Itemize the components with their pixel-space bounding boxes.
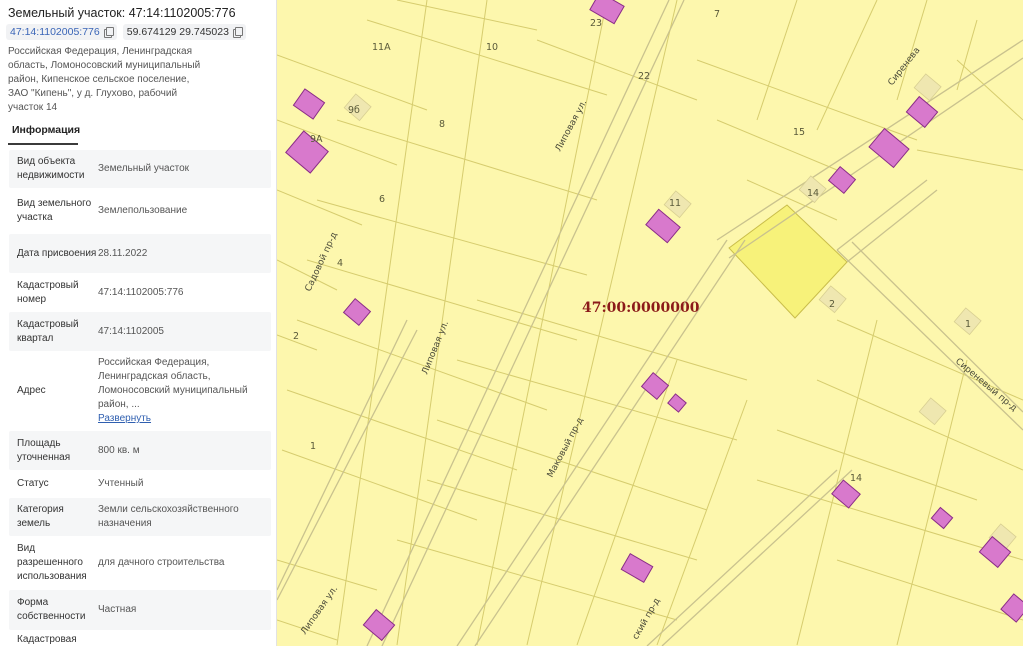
plot-number: 6 bbox=[379, 194, 385, 205]
info-row: Кадастровая bbox=[9, 630, 271, 646]
cadastral-number-link[interactable]: 47:14:1102005:776 bbox=[10, 26, 100, 38]
info-row-value: 28.11.2022 bbox=[98, 247, 147, 261]
info-row-key: Категория земель bbox=[17, 504, 64, 529]
info-table: Вид объекта недвижимости Земельный участо… bbox=[9, 150, 271, 646]
info-row-key: Кадастровый квартал bbox=[17, 318, 79, 344]
info-row-key: Вид земельного участка bbox=[17, 198, 92, 223]
info-row-key: Адрес bbox=[17, 385, 46, 396]
info-row: Статус Учтенный bbox=[9, 470, 271, 498]
info-row-key: Площадь уточненная bbox=[17, 437, 71, 463]
cadastral-map[interactable]: 47:00:0000000 Липовая ул. Липовая ул. Ма… bbox=[277, 0, 1023, 646]
info-row-value: Землепользование bbox=[98, 204, 187, 218]
info-row: Форма собственности Частная bbox=[9, 590, 271, 630]
plot-number: 11 bbox=[669, 198, 681, 209]
info-row-value-text: 800 кв. м bbox=[98, 444, 140, 456]
cadastral-chip[interactable]: 47:14:1102005:776 bbox=[6, 24, 117, 40]
info-row: Категория земель Земли сельскохозяйственн… bbox=[9, 498, 271, 536]
info-row-value: для дачного строительства bbox=[98, 556, 224, 570]
info-row: Вид разрешенного использования для дачног… bbox=[9, 536, 271, 590]
info-row-value-text: 47:14:1102005:776 bbox=[98, 286, 184, 298]
info-panel: Земельный участок: 47:14:1102005:776 47:… bbox=[0, 0, 277, 646]
plot-number: 15 bbox=[793, 127, 805, 138]
plot-number: 9А bbox=[310, 134, 323, 145]
info-row: Вид земельного участка Землепользование bbox=[9, 188, 271, 234]
info-row-value-text: Землепользование bbox=[98, 205, 188, 216]
chips-row: 47:14:1102005:776 59.674129 29.745023 bbox=[6, 24, 246, 40]
plot-number: 7 bbox=[714, 9, 720, 20]
info-row-value: Частная bbox=[98, 603, 136, 617]
plot-number: 2 bbox=[293, 331, 299, 342]
info-row: Дата присвоения 28.11.2022 bbox=[9, 234, 271, 273]
coordinates-chip[interactable]: 59.674129 29.745023 bbox=[122, 24, 246, 40]
panel-title: Земельный участок: 47:14:1102005:776 bbox=[8, 6, 236, 20]
info-row-key: Кадастровая bbox=[17, 634, 77, 645]
info-row-value: 47:14:1102005 bbox=[98, 325, 164, 339]
plot-number: 4 bbox=[337, 258, 343, 269]
info-row-value-text: Учтенный bbox=[98, 478, 144, 489]
plot-number: 2 bbox=[829, 299, 835, 310]
info-row-key: Статус bbox=[17, 478, 49, 489]
expand-address-link[interactable]: Развернуть bbox=[98, 412, 265, 426]
plot-number: 14 bbox=[807, 188, 819, 199]
info-row-value: Земельный участок bbox=[98, 162, 189, 176]
info-row-key: Вид разрешенного использования bbox=[17, 543, 87, 582]
info-row-value: Учтенный bbox=[98, 477, 143, 491]
info-row-value-text: 28.11.2022 bbox=[98, 247, 148, 259]
coordinates-text: 59.674129 29.745023 bbox=[126, 26, 229, 38]
info-row-value-text: Земельный участок bbox=[98, 163, 190, 174]
info-row-value: 47:14:1102005:776 bbox=[98, 286, 183, 300]
map-background bbox=[277, 0, 1023, 646]
plot-number: 22 bbox=[638, 71, 650, 82]
info-row-value: 800 кв. м bbox=[98, 444, 140, 458]
info-row: Вид объекта недвижимости Земельный участо… bbox=[9, 150, 271, 188]
quarter-label: 47:00:0000000 bbox=[582, 300, 700, 316]
info-row-value-text: Частная bbox=[98, 604, 137, 615]
plot-number: 14 bbox=[850, 473, 862, 484]
info-row-key: Вид объекта недвижимости bbox=[17, 156, 85, 181]
plot-number: 8 bbox=[439, 119, 445, 130]
tab-underline bbox=[8, 143, 78, 145]
info-row-value-text: для дачного строительства bbox=[98, 557, 225, 568]
info-row-value-text: Российская Федерация, Ленинградская обла… bbox=[98, 357, 248, 410]
info-row-key: Кадастровый номер bbox=[17, 279, 79, 305]
plot-number: 1 bbox=[310, 441, 316, 452]
info-row: Адрес Российская Федерация, Ленинградская… bbox=[9, 351, 271, 431]
info-row: Площадь уточненная 800 кв. м bbox=[9, 431, 271, 470]
plot-number: 11А bbox=[372, 42, 391, 53]
info-row-value-text: 47:14:1102005 bbox=[98, 325, 164, 337]
copy-icon[interactable] bbox=[232, 27, 243, 38]
info-row-key: Дата присвоения bbox=[17, 247, 97, 259]
info-row-value: Земли сельскохозяйственного назначения bbox=[98, 503, 265, 531]
info-row: Кадастровый номер 47:14:1102005:776 bbox=[9, 273, 271, 312]
info-row-value: Российская Федерация, Ленинградская обла… bbox=[98, 356, 265, 426]
tab-information[interactable]: Информация bbox=[12, 124, 80, 136]
info-row: Кадастровый квартал 47:14:1102005 bbox=[9, 312, 271, 351]
info-row-value-text: Земли сельскохозяйственного назначения bbox=[98, 504, 239, 529]
plot-number: 10 bbox=[486, 42, 498, 53]
plot-number: 23 bbox=[590, 18, 602, 29]
plot-number: 9б bbox=[348, 105, 360, 116]
info-row-key: Форма собственности bbox=[17, 597, 86, 622]
plot-number: 1 bbox=[965, 319, 971, 330]
map-view[interactable]: 47:00:0000000 Липовая ул. Липовая ул. Ма… bbox=[277, 0, 1023, 646]
panel-address: Российская Федерация, Ленинградская обла… bbox=[8, 46, 201, 113]
copy-icon[interactable] bbox=[103, 27, 114, 38]
